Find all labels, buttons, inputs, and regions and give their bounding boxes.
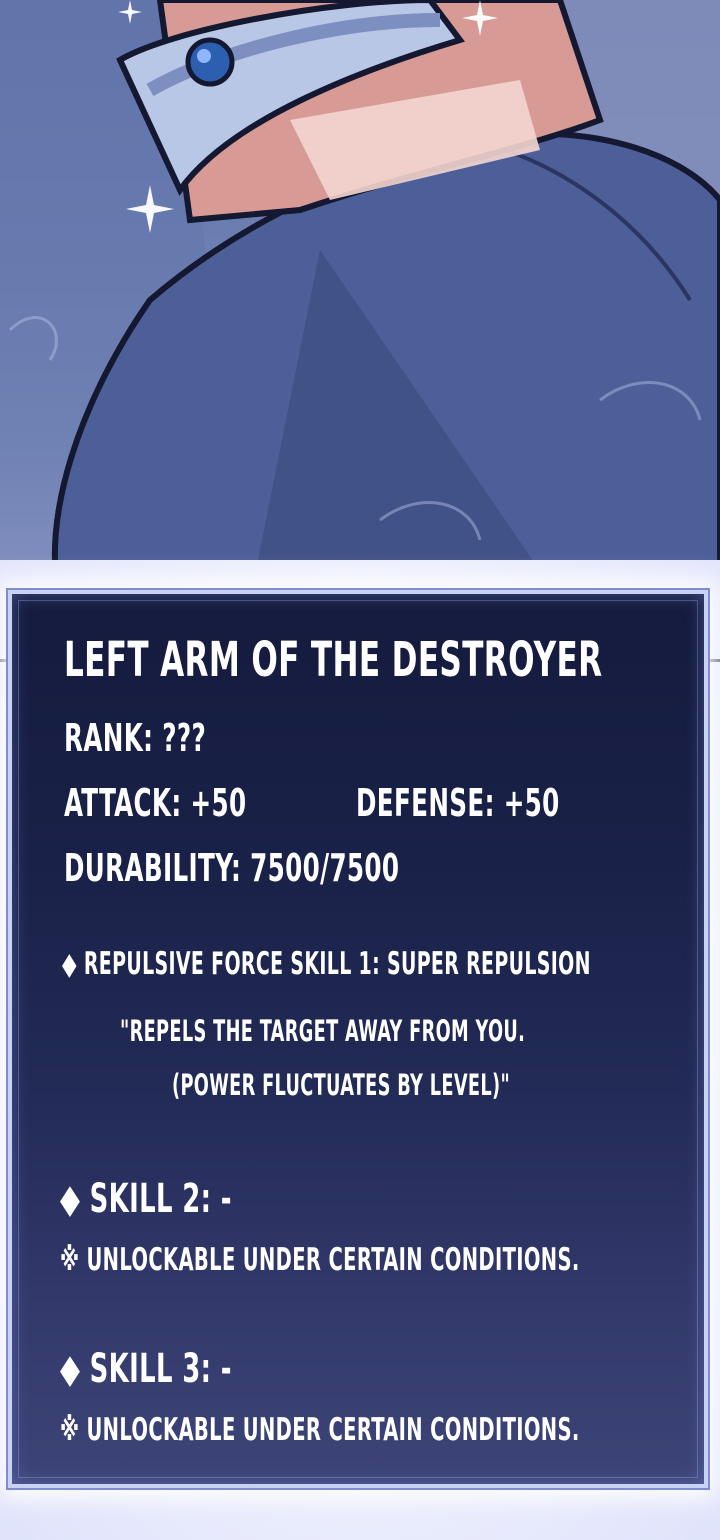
item-durability: DURABILITY: 7500/7500 xyxy=(64,846,400,890)
skill-1-description-line-2: (POWER FLUCTUATES BY LEVEL)" xyxy=(172,1068,511,1102)
arm-bracelet-artwork xyxy=(0,0,720,600)
item-defense: DEFENSE: +50 xyxy=(356,781,560,825)
item-title: LEFT ARM OF THE DESTROYER xyxy=(64,632,603,688)
skill-2-unlock-note: ※ UNLOCKABLE UNDER CERTAIN CONDITIONS. xyxy=(60,1242,580,1278)
skill-1-heading: ◆ REPULSIVE FORCE SKILL 1: SUPER REPULSI… xyxy=(62,946,591,982)
illustration-panel xyxy=(0,0,720,600)
item-rank: RANK: ??? xyxy=(64,716,207,760)
skill-2-heading: ◆ SKILL 2: - xyxy=(60,1176,232,1222)
skill-1-description-line-1: "REPELS THE TARGET AWAY FROM YOU. xyxy=(120,1014,526,1048)
skill-3-heading: ◆ SKILL 3: - xyxy=(60,1346,232,1392)
skill-3-unlock-note: ※ UNLOCKABLE UNDER CERTAIN CONDITIONS. xyxy=(60,1412,580,1448)
item-attack: ATTACK: +50 xyxy=(64,781,247,825)
divider-right xyxy=(708,659,720,662)
